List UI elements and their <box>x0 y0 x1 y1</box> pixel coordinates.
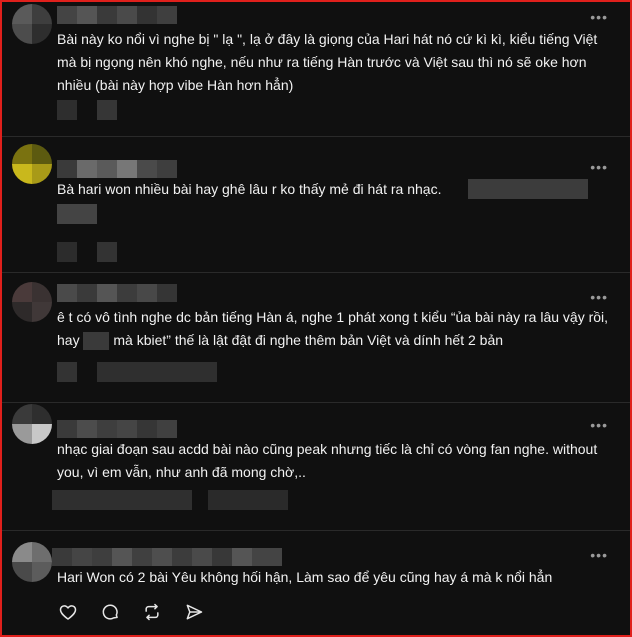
comment-item: ••• Bà hari won nhiều bài hay ghê lâu r … <box>2 136 630 273</box>
avatar[interactable] <box>12 282 52 322</box>
blurred-text <box>57 204 97 224</box>
blurred-text <box>468 179 588 199</box>
blurred-stat <box>57 362 77 382</box>
comment-text: Hari Won có 2 bài Yêu không hối hận, Làm… <box>57 569 553 585</box>
comment-item: ••• Bài này ko nổi vì nghe bị " lạ ", lạ… <box>2 2 630 137</box>
username-blurred[interactable] <box>57 284 197 302</box>
blurred-stat <box>57 100 77 120</box>
repost-icon[interactable] <box>142 602 162 622</box>
avatar[interactable] <box>12 144 52 184</box>
more-options-button[interactable]: ••• <box>590 548 608 562</box>
blurred-stat <box>57 242 77 262</box>
more-options-button[interactable]: ••• <box>590 290 608 304</box>
avatar[interactable] <box>12 404 52 444</box>
comment-text: Bà hari won nhiều bài hay ghê lâu r ko t… <box>57 181 442 197</box>
avatar[interactable] <box>12 4 52 44</box>
blurred-stat <box>97 100 117 120</box>
heart-icon[interactable] <box>58 602 78 622</box>
avatar[interactable] <box>12 542 52 582</box>
blurred-stat <box>208 490 288 510</box>
username-blurred[interactable] <box>52 548 282 566</box>
comment-icon[interactable] <box>100 602 120 622</box>
comment-text: ê t có vô tình nghe dc bản tiếng Hàn á, … <box>57 306 612 352</box>
more-options-button[interactable]: ••• <box>590 10 608 24</box>
blurred-stat <box>97 362 217 382</box>
comment-item: ••• nhạc giai đoạn sau acdd bài nào cũng… <box>2 402 630 531</box>
share-icon[interactable] <box>184 602 204 622</box>
blurred-word <box>83 332 110 351</box>
username-blurred[interactable] <box>57 160 217 178</box>
comments-panel: ••• Bài này ko nổi vì nghe bị " lạ ", lạ… <box>0 0 632 637</box>
username-blurred[interactable] <box>57 6 177 24</box>
comment-item: ••• ê t có vô tình nghe dc bản tiếng Hàn… <box>2 272 630 403</box>
comment-text: nhạc giai đoạn sau acdd bài nào cũng pea… <box>57 441 598 480</box>
blurred-stat <box>97 242 117 262</box>
comment-text: Bài này ko nổi vì nghe bị " lạ ", lạ ở đ… <box>57 31 598 93</box>
comment-text-part: mà kbiet” thế là lật đật đi nghe thêm bả… <box>113 332 504 348</box>
more-options-button[interactable]: ••• <box>590 160 608 174</box>
blurred-stat <box>52 490 192 510</box>
comment-item: ••• Hari Won có 2 bài Yêu không hối hận,… <box>2 530 630 635</box>
more-options-button[interactable]: ••• <box>590 418 608 432</box>
username-blurred[interactable] <box>57 420 177 438</box>
